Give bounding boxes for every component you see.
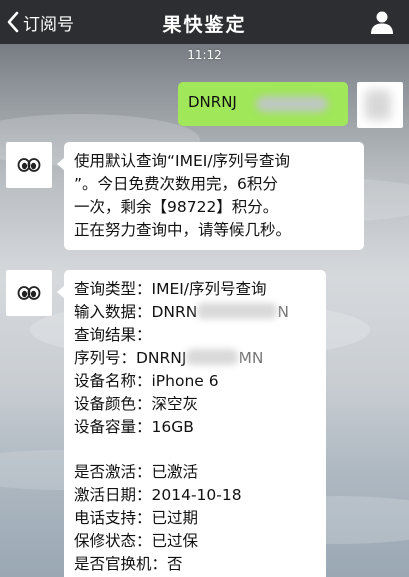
- activation-date-line: 激活日期：2014-10-18: [74, 486, 242, 504]
- redacted-region: [197, 303, 278, 319]
- device-name-line: 设备名称：iPhone 6: [74, 372, 219, 390]
- eyes-icon: [17, 286, 41, 300]
- redacted-region: [256, 96, 328, 112]
- bot-avatar[interactable]: [6, 142, 52, 188]
- redacted-avatar: [365, 90, 391, 120]
- serial-number-tail: MN: [238, 349, 264, 367]
- query-result-bubble[interactable]: 查询类型：IMEI/序列号查询 输入数据：DNRN N 查询结果： 序列号：DNR…: [57, 270, 326, 577]
- query-type-line: 查询类型：IMEI/序列号查询: [74, 280, 267, 298]
- bot-avatar[interactable]: [6, 270, 52, 316]
- message-timestamp: 11:12: [187, 48, 222, 62]
- bot-message-row-1: 使用默认查询“IMEI/序列号查询 ”。今日免费次数用完，6积分 一次，剩余【9…: [6, 142, 364, 250]
- bot-message-row-2: 查询类型：IMEI/序列号查询 输入数据：DNRN N 查询结果： 序列号：DNR…: [6, 270, 326, 577]
- user-message-row: DNRNJ: [178, 82, 403, 128]
- redacted-region: [186, 349, 239, 365]
- profile-button[interactable]: [369, 9, 395, 35]
- user-avatar[interactable]: [357, 82, 403, 128]
- input-data-tail: N: [277, 303, 290, 321]
- serial-number-line: 序列号：DNRNJ MN: [74, 347, 317, 370]
- message-line: 使用默认查询“IMEI/序列号查询: [74, 152, 291, 170]
- bot-message-bubble[interactable]: 使用默认查询“IMEI/序列号查询 ”。今日免费次数用完，6积分 一次，剩余【9…: [57, 142, 364, 250]
- warranty-status-line: 保修状态：已过保: [74, 532, 199, 550]
- device-capacity-line: 设备容量：16GB: [74, 418, 194, 436]
- chat-title: 果快鉴定: [162, 14, 247, 36]
- activation-status-line: 是否激活：已激活: [74, 463, 199, 481]
- serial-number-text: 序列号：DNRNJ: [74, 349, 187, 367]
- phone-support-line: 电话支持：已过期: [74, 509, 199, 527]
- user-message-bubble[interactable]: DNRNJ: [178, 82, 348, 126]
- message-line: 正在努力查询中，请等候几秒。: [74, 221, 292, 239]
- person-icon: [371, 11, 393, 34]
- message-line: 一次，剩余【98722】积分。: [74, 198, 279, 216]
- input-data-line: 输入数据：DNRN N: [74, 301, 317, 324]
- query-result-line: 查询结果：: [74, 326, 152, 344]
- device-color-line: 设备颜色：深空灰: [74, 395, 199, 413]
- input-data-text: 输入数据：DNRN: [74, 303, 198, 321]
- eyes-icon: [17, 158, 41, 172]
- replacement-line: 是否官换机：否: [74, 555, 183, 573]
- nav-bar: 订阅号 果快鉴定: [0, 0, 409, 44]
- message-line: ”。今日免费次数用完，6积分: [74, 175, 278, 193]
- user-message-text: DNRNJ: [188, 93, 237, 111]
